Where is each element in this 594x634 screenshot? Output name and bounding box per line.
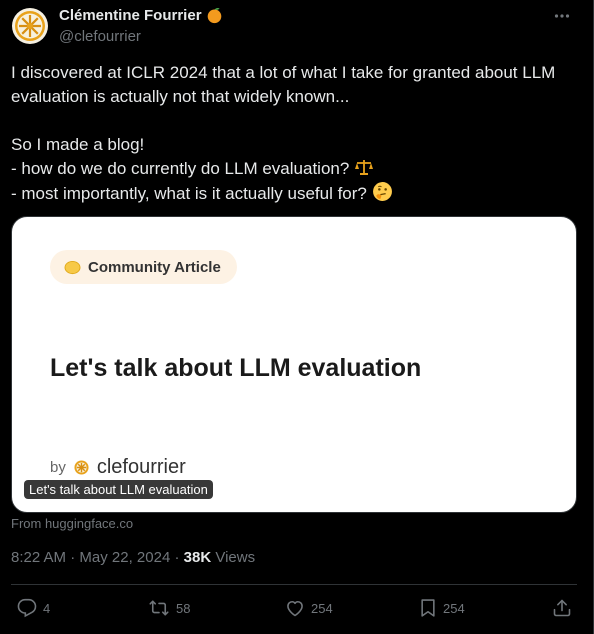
orange-emoji-icon [207,8,221,24]
tweet-line-text: - most importantly, what is it actually … [11,184,367,203]
repost-count: 58 [176,600,191,616]
card-byline: by clefourrier [50,456,186,479]
repost-icon [149,600,169,616]
views-count: 38K [183,549,212,566]
user-handle[interactable]: @clefourrier [59,28,141,45]
balance-scale-icon [355,160,374,175]
repost-button[interactable]: 58 [148,598,190,618]
like-button[interactable]: 254 [285,598,333,618]
bookmark-icon [421,599,435,617]
orange-slice-icon [15,11,45,41]
like-count: 254 [311,600,333,616]
tweet-text: I discovered at ICLR 2024 that a lot of … [11,61,581,206]
card-author: clefourrier [96,456,186,478]
bookmark-button[interactable]: 254 [419,598,465,618]
card-title: Let's talk about LLM evaluation [50,354,422,382]
lemon-icon [64,260,81,274]
share-icon [553,599,571,617]
avatar[interactable] [12,8,48,44]
display-name-text: Clémentine Fourrier [59,7,202,24]
divider [11,584,577,585]
card-title-tooltip: Let's talk about LLM evaluation [24,480,213,499]
reply-count: 4 [43,600,51,616]
bookmark-count: 254 [443,600,465,616]
views-label: Views [211,549,256,566]
tweet-line: - how do we do currently do LLM evaluati… [11,157,581,181]
tweet-line: - most importantly, what is it actually … [11,181,581,206]
display-name[interactable]: Clémentine Fourrier [59,7,223,24]
tweet-line: I discovered at ICLR 2024 that a lot of … [11,63,556,106]
by-label: by [50,459,66,476]
tweet-date[interactable]: May 22, 2024 [79,549,170,566]
meta-separator: · [66,549,80,566]
link-card[interactable]: Community Article Let's talk about LLM e… [11,216,577,513]
tweet-line: So I made a blog! [11,135,145,154]
reply-button[interactable]: 4 [17,598,50,618]
reply-icon [17,598,37,618]
tweet-time[interactable]: 8:22 AM [11,549,66,566]
heart-icon [287,600,303,617]
badge-label: Community Article [88,258,221,276]
more-horizontal-icon [554,14,570,18]
meta-separator: · [170,549,184,566]
more-options-button[interactable] [552,6,572,26]
card-source[interactable]: From huggingface.co [11,516,133,531]
thinking-face-icon [372,182,392,201]
tweet: Clémentine Fourrier @clefourrier I disco… [0,0,594,634]
tweet-line-text: - how do we do currently do LLM evaluati… [11,159,350,178]
tweet-meta: 8:22 AM · May 22, 2024 · 38K Views [11,549,255,566]
author-avatar-icon [74,460,89,475]
community-article-badge: Community Article [50,250,237,284]
share-button[interactable] [552,598,572,618]
